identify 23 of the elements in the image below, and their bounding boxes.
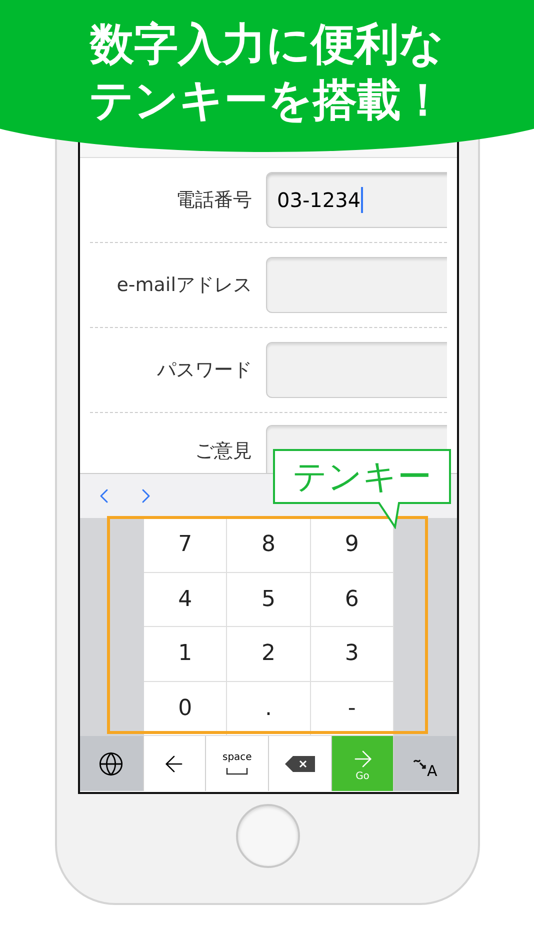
globe-key[interactable] bbox=[80, 736, 144, 791]
number-key[interactable]: 4 bbox=[144, 572, 228, 627]
field-label: パスワード bbox=[156, 358, 253, 383]
input-field[interactable]: 03-1234 bbox=[266, 172, 447, 228]
headline-text: 数字入力に便利な bbox=[90, 18, 444, 72]
headline-text: テンキーを搭載！ bbox=[89, 74, 445, 128]
field-label: 電話番号 bbox=[175, 188, 253, 213]
number-key[interactable]: 8 bbox=[227, 518, 311, 572]
space-bar-icon bbox=[226, 766, 248, 774]
field-label: ご意見 bbox=[194, 439, 253, 464]
number-key[interactable]: 7 bbox=[144, 518, 228, 572]
backspace-icon bbox=[284, 756, 315, 772]
field-label: e-mailアドレス bbox=[116, 272, 253, 298]
globe-icon bbox=[98, 750, 124, 776]
number-key[interactable]: 2 bbox=[227, 627, 311, 682]
text-caret bbox=[360, 187, 363, 213]
squiggle-arrow-icon bbox=[413, 757, 428, 771]
input-field[interactable] bbox=[266, 342, 447, 398]
number-key[interactable]: 1 bbox=[144, 627, 228, 682]
mode-switch-key[interactable]: A bbox=[394, 736, 457, 791]
callout-tooltip: テンキー bbox=[273, 449, 451, 529]
number-key[interactable]: 5 bbox=[227, 572, 311, 627]
input-field[interactable] bbox=[266, 257, 447, 313]
